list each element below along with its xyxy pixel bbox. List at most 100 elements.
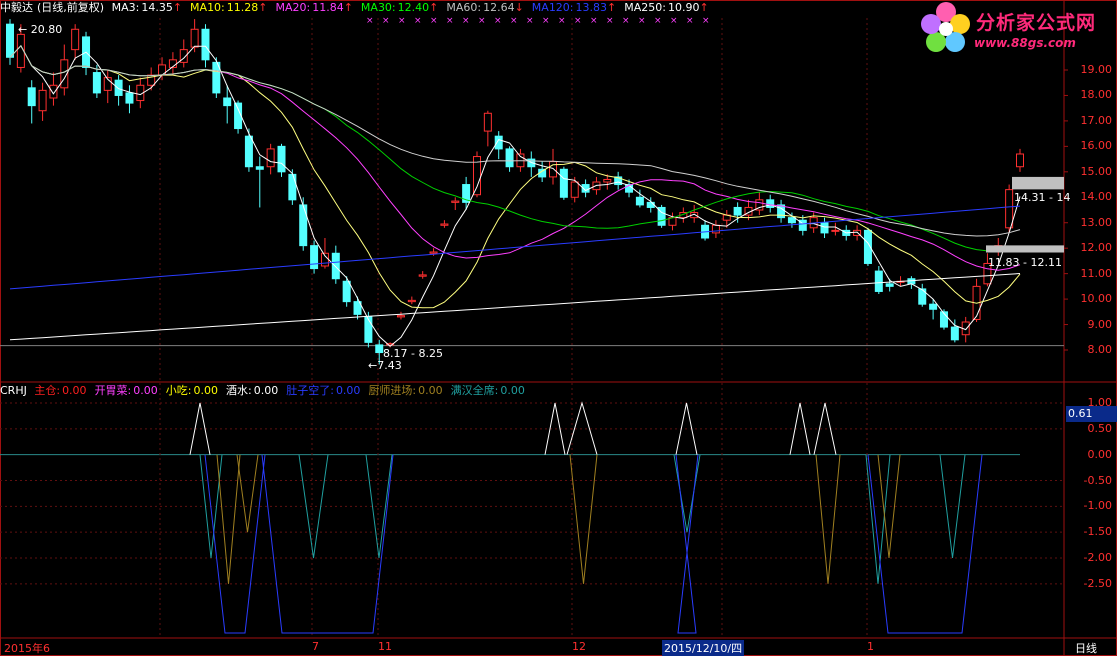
site-logo: 分析家公式网 www.88gs.com bbox=[918, 0, 1117, 58]
indicator-label: 开胃菜: bbox=[94, 384, 132, 397]
ma-legend-item: MA250: 10.90↑ bbox=[624, 1, 712, 14]
signal-marker-icon: × bbox=[398, 16, 406, 26]
indicator-name: CRHJ bbox=[0, 384, 27, 397]
candle-body bbox=[950, 326, 959, 341]
indicator-legend: CRHJ 主仓: 0.00 开胃菜: 0.00 小吃: 0.00 酒水: 0.00 肚子空了: 0… bbox=[0, 383, 537, 399]
candle-body bbox=[483, 112, 492, 132]
stock-chart-canvas[interactable]: × × × × × × × × × × × × × × × × × × × × × × bbox=[0, 0, 1117, 656]
indicator-empty-stomach-line bbox=[204, 454, 266, 634]
candle-body bbox=[418, 274, 427, 277]
ma-legend-item: MA3: 14.35↑ bbox=[112, 1, 186, 14]
candle-body bbox=[201, 28, 210, 61]
price-tick-label: 9.00 bbox=[1087, 317, 1113, 331]
ma-trend-arrow-icon: ↑ bbox=[172, 1, 183, 14]
indicator-negative-spike bbox=[815, 454, 841, 584]
signal-marker-icon: × bbox=[366, 16, 374, 26]
logo-url: www.88gs.com bbox=[974, 36, 1076, 50]
indicator-label: 肚子空了: bbox=[286, 384, 334, 397]
price-tick-label: 10.00 bbox=[1080, 292, 1113, 306]
indicator-tick-label: -2.00 bbox=[1083, 551, 1112, 564]
signal-marker-icon: × bbox=[622, 16, 630, 26]
candle-body bbox=[27, 87, 36, 107]
ma-line bbox=[9, 44, 1021, 253]
signal-marker-icon: × bbox=[590, 16, 598, 26]
gap-upper-label: 14.31 - 14 bbox=[1014, 191, 1071, 204]
ma-trend-arrow-icon: ↑ bbox=[607, 1, 617, 14]
ma-legend-item: MA120: 13.83↑ bbox=[532, 1, 620, 14]
candle-body bbox=[929, 303, 938, 310]
ma-legend-item: MA60: 12.64↓ bbox=[446, 1, 527, 14]
ma-trend-arrow-icon: ↑ bbox=[343, 1, 353, 14]
candle-body bbox=[299, 204, 308, 247]
signal-marker-icon: × bbox=[558, 16, 566, 26]
indicator-value: 0.00 bbox=[418, 384, 443, 397]
signal-marker-icon: × bbox=[414, 16, 422, 26]
candle-body bbox=[885, 283, 894, 287]
signal-marker-icon: × bbox=[670, 16, 678, 26]
candle-body bbox=[429, 251, 438, 254]
indicator-negative-spike bbox=[865, 454, 891, 584]
ma-label: MA30: bbox=[360, 1, 396, 14]
indicator-label: 满汉全席: bbox=[450, 384, 499, 397]
candle-body bbox=[549, 161, 558, 178]
indicator-label: 厨师进场: bbox=[368, 384, 417, 397]
indicator-tick-label: -0.50 bbox=[1083, 473, 1112, 487]
indicator-value: 0.00 bbox=[193, 384, 219, 397]
indicator-tick-label: -1.50 bbox=[1083, 525, 1112, 539]
indicator-legend-item: 小吃: 0.00 bbox=[166, 384, 222, 397]
indicator-negative-spike bbox=[298, 454, 329, 559]
indicator-value: 0.00 bbox=[253, 384, 279, 397]
low-price-label: ←7.43 bbox=[368, 359, 402, 372]
signal-marker-icon: × bbox=[478, 16, 486, 26]
date-tick-label: 12 bbox=[572, 640, 586, 653]
price-tick-label: 16.00 bbox=[1080, 139, 1113, 153]
candle-body bbox=[6, 23, 14, 58]
ma-trend-arrow-icon: ↑ bbox=[258, 1, 268, 14]
indicator-label: 小吃: bbox=[165, 384, 192, 397]
indicator-legend-item: 肚子空了: 0.00 bbox=[286, 384, 364, 397]
candle-body bbox=[635, 196, 644, 206]
candle-body bbox=[570, 181, 579, 198]
candle-body bbox=[255, 166, 264, 170]
ma-label: MA120: bbox=[531, 1, 574, 14]
candle-body bbox=[396, 315, 405, 318]
candle-body bbox=[559, 168, 568, 198]
high-price-value: 20.80 bbox=[30, 23, 63, 36]
indicator-value: 0.00 bbox=[133, 384, 158, 397]
indicator-legend-item: 酒水: 0.00 bbox=[226, 384, 282, 397]
signal-marker-icon: × bbox=[510, 16, 518, 26]
candle-body bbox=[310, 245, 319, 270]
price-tick-label: 17.00 bbox=[1080, 113, 1113, 127]
indicator-value: 0.00 bbox=[62, 384, 87, 397]
ma-label: MA10: bbox=[190, 1, 225, 14]
indicator-tick-label: -2.50 bbox=[1083, 576, 1112, 590]
candle-body bbox=[114, 79, 123, 96]
price-tick-label: 14.00 bbox=[1080, 190, 1113, 204]
candle-body bbox=[787, 217, 796, 224]
ma-legend-item: MA10: 11.28↑ bbox=[190, 1, 271, 14]
ma-label: MA20: bbox=[275, 1, 311, 14]
candle-body bbox=[918, 288, 927, 305]
indicator-empty-stomach-line bbox=[675, 454, 699, 634]
candle-body bbox=[874, 270, 883, 292]
candle-body bbox=[223, 97, 232, 107]
gap-lower-label: 11.83 - 12.11 bbox=[988, 256, 1062, 269]
indicator-legend-item: 满汉全席: 0.00 bbox=[451, 384, 529, 397]
signal-marker-icon: × bbox=[638, 16, 646, 26]
indicator-negative-spike bbox=[569, 454, 598, 584]
candle-body bbox=[342, 280, 351, 303]
signal-marker-icon: × bbox=[446, 16, 454, 26]
indicator-negative-spike bbox=[673, 454, 701, 533]
candle-body bbox=[125, 92, 134, 104]
moving-average-legend: 中毅达 (日线,前复权) MA3: 14.35↑ MA10: 11.28↑ MA20: 11… bbox=[0, 0, 721, 16]
price-tick-label: 19.00 bbox=[1080, 63, 1113, 76]
indicator-negative-spike bbox=[365, 454, 393, 559]
indicator-empty-stomach-line bbox=[867, 454, 983, 634]
ma-value: 13.83 bbox=[575, 1, 608, 14]
indicator-legend-item: 开胃菜: 0.00 bbox=[95, 384, 162, 397]
period-selector[interactable]: 日线 bbox=[1075, 640, 1097, 656]
price-tick-label: 18.00 bbox=[1080, 88, 1113, 102]
price-tick-label: 8.00 bbox=[1087, 343, 1113, 356]
indicator-tick-label: 0.00 bbox=[1087, 447, 1113, 461]
logo-title: 分析家公式网 bbox=[976, 12, 1097, 34]
